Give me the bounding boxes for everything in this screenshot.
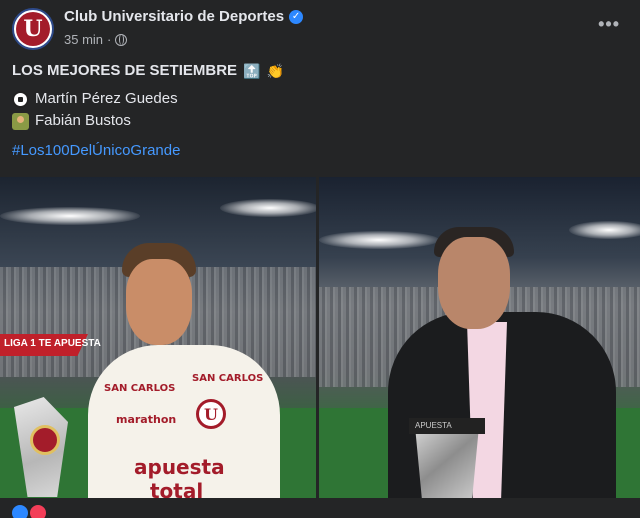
trophy-label: APUESTA (409, 418, 485, 434)
trophy-emblem-icon (30, 425, 60, 455)
club-logo-icon: U (16, 12, 50, 46)
photo-coach[interactable]: APUESTA (319, 177, 640, 498)
hashtag-link[interactable]: #Los100DelÚnicoGrande (12, 140, 628, 162)
banner-text: LIGA 1 TE APUESTA (4, 338, 101, 349)
coach-name: Fabián Bustos (35, 112, 131, 129)
page-name[interactable]: Club Universitario de Deportes (64, 8, 284, 25)
more-options-button[interactable]: ••• (598, 14, 620, 35)
page-avatar[interactable]: U (12, 8, 54, 50)
stadium-lights (319, 231, 439, 249)
stadium-lights (569, 221, 640, 239)
shirt-sponsor-right: SAN CARLOS (192, 373, 264, 384)
coach-line: Fabián Bustos (12, 110, 628, 132)
post-header: U Club Universitario de Deportes ✓ 35 mi… (0, 0, 640, 56)
shirt-sponsor-left: SAN CARLOS (104, 383, 176, 394)
player-name: Martín Pérez Guedes (35, 90, 178, 107)
player-line: Martín Pérez Guedes (12, 88, 628, 110)
photo-player[interactable]: LIGA 1 TE APUESTA U SAN CARLOS SAN CARLO… (0, 177, 316, 498)
shirt-crest-icon: U (196, 399, 226, 429)
shirt-main-sponsor-1: apuesta (134, 455, 225, 479)
shirt-brand: marathon (116, 413, 177, 426)
soccer-ball-icon (12, 90, 29, 108)
like-reaction-icon[interactable] (12, 505, 28, 518)
stadium-lights (0, 207, 140, 225)
stadium-lights (220, 199, 316, 217)
page-name-link[interactable]: Club Universitario de Deportes ✓ (64, 8, 304, 25)
meta-separator: · (107, 32, 112, 47)
shirt-main-sponsor-2: total (150, 479, 204, 498)
love-reaction-icon[interactable] (30, 505, 46, 518)
coach-face (438, 237, 510, 329)
coach-icon (12, 112, 29, 130)
player-face (126, 259, 192, 345)
post-text: LOS MEJORES DE SETIEMBRE 🔝 👏 Martín Pére… (12, 60, 628, 162)
top-arrow-icon: 🔝 (243, 63, 261, 79)
photo-grid: LIGA 1 TE APUESTA U SAN CARLOS SAN CARLO… (0, 177, 640, 498)
post-meta: 35 min · (64, 32, 128, 47)
post-time[interactable]: 35 min (64, 32, 103, 47)
verified-badge-icon: ✓ (289, 9, 304, 24)
post-title: LOS MEJORES DE SETIEMBRE (12, 62, 238, 79)
reactions-bar (0, 498, 640, 518)
post-title-line: LOS MEJORES DE SETIEMBRE 🔝 👏 (12, 60, 628, 82)
clapping-hands-icon: 👏 (266, 63, 284, 79)
globe-icon (115, 33, 128, 46)
